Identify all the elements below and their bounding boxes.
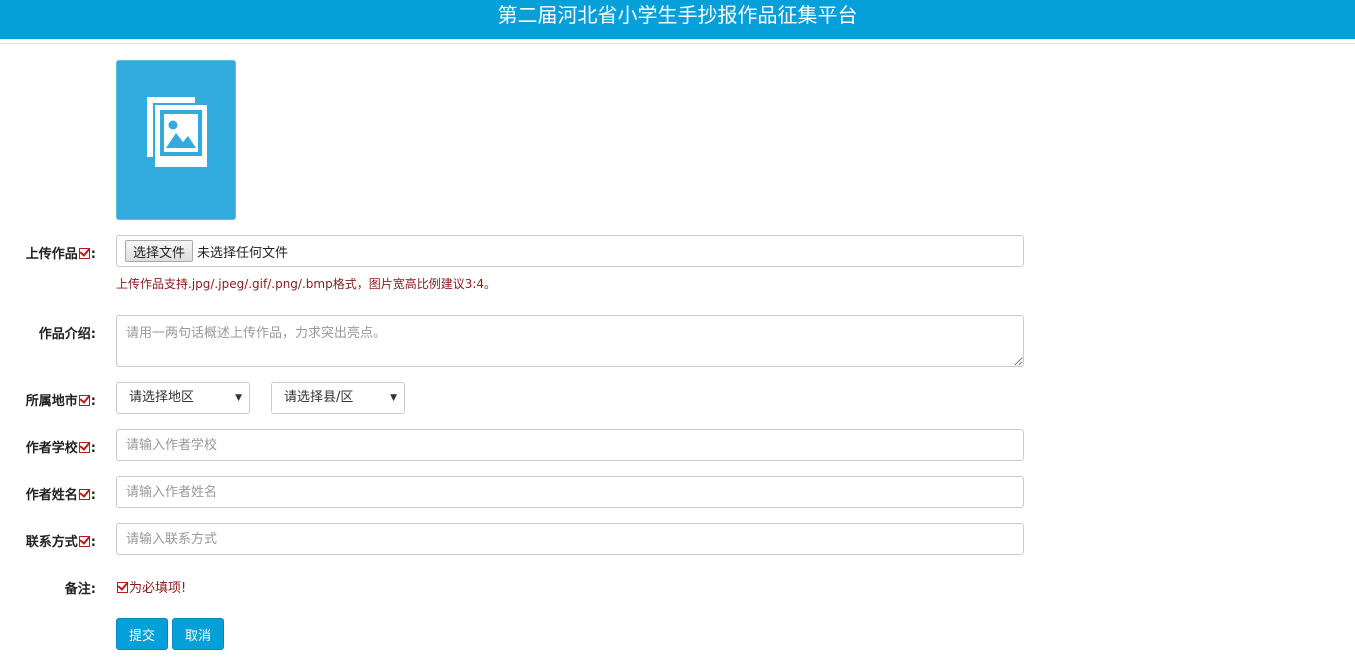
upload-hint: 上传作品支持.jpg/.jpeg/.gif/.png/.bmp格式，图片宽高比例… bbox=[116, 277, 497, 291]
city-select-value: 请选择地区 bbox=[129, 390, 195, 405]
county-select[interactable]: 请选择县/区 ▼ bbox=[271, 382, 405, 414]
contact-input[interactable] bbox=[116, 523, 1024, 555]
header-bar: 第二届河北省小学生手抄报作品征集平台 bbox=[0, 0, 1355, 39]
file-status-text: 未选择任何文件 bbox=[197, 245, 289, 261]
upload-label: 上传作品: bbox=[25, 247, 96, 262]
artwork-preview[interactable] bbox=[116, 60, 236, 220]
submit-button[interactable]: 提交 bbox=[116, 618, 169, 650]
required-check-icon bbox=[78, 489, 90, 500]
intro-textarea[interactable] bbox=[116, 315, 1024, 367]
required-check-icon bbox=[117, 582, 128, 593]
author-name-label: 作者姓名: bbox=[25, 488, 96, 503]
chevron-down-icon: ▼ bbox=[390, 393, 397, 403]
choose-file-button[interactable]: 选择文件 bbox=[125, 240, 194, 262]
image-placeholder-icon bbox=[147, 97, 207, 167]
required-check-icon bbox=[78, 395, 90, 406]
remark-label: 备注: bbox=[64, 582, 96, 597]
required-check-icon bbox=[78, 536, 90, 547]
cancel-button[interactable]: 取消 bbox=[172, 618, 225, 650]
required-check-icon bbox=[78, 442, 90, 453]
region-label: 所属地市: bbox=[25, 394, 96, 409]
chevron-down-icon: ▼ bbox=[235, 393, 242, 403]
school-label: 作者学校: bbox=[25, 441, 96, 456]
contact-label: 联系方式: bbox=[25, 535, 96, 550]
required-check-icon bbox=[78, 248, 90, 259]
intro-label: 作品介绍: bbox=[38, 327, 96, 342]
upload-file-input[interactable]: 选择文件 未选择任何文件 bbox=[116, 235, 1024, 267]
required-note: 为必填项! bbox=[116, 577, 186, 596]
header-divider bbox=[0, 43, 1355, 44]
page-title: 第二届河北省小学生手抄报作品征集平台 bbox=[497, 3, 858, 27]
county-select-value: 请选择县/区 bbox=[284, 390, 354, 405]
author-name-input[interactable] bbox=[116, 476, 1024, 508]
city-select[interactable]: 请选择地区 ▼ bbox=[116, 382, 250, 414]
school-input[interactable] bbox=[116, 429, 1024, 461]
